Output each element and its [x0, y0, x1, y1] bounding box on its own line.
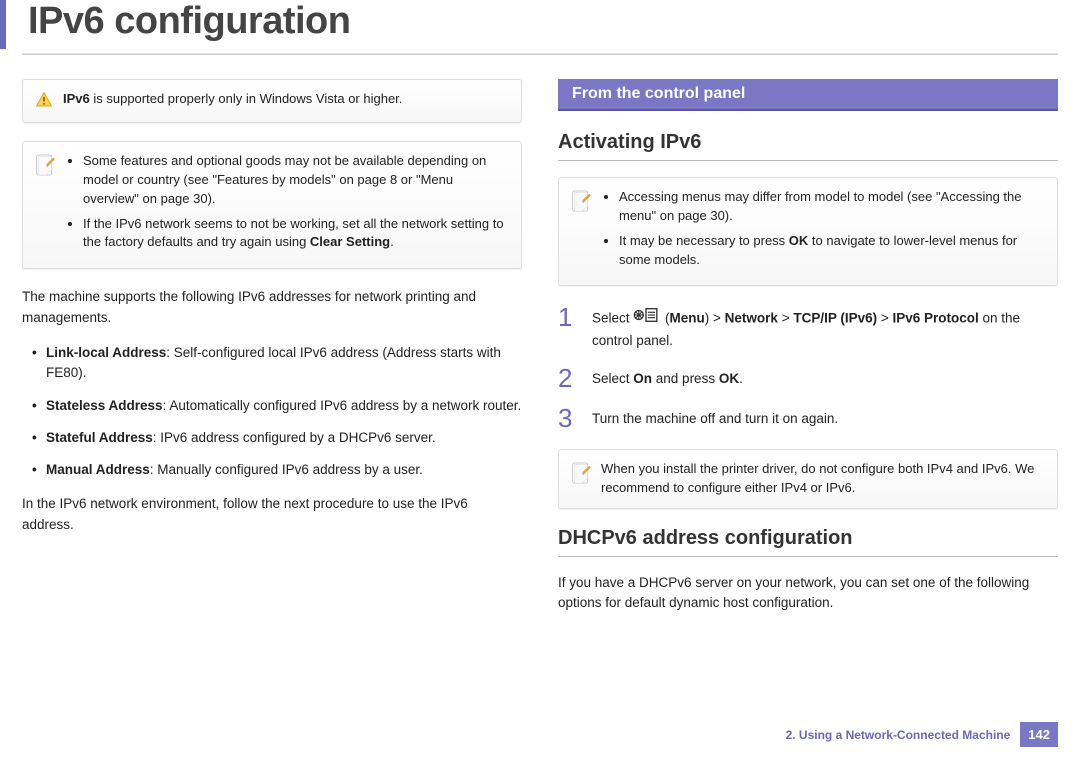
- section-bar: From the control panel: [558, 79, 1058, 111]
- note2-body: Accessing menus may differ from model to…: [601, 188, 1045, 275]
- list-item: Link-local Address: Self-configured loca…: [32, 343, 522, 384]
- note3-text: When you install the printer driver, do …: [601, 460, 1045, 498]
- right-column: From the control panel Activating IPv6 A…: [558, 79, 1058, 628]
- list-item: Some features and optional goods may not…: [83, 152, 509, 209]
- heading-dhcpv6: DHCPv6 address configuration: [558, 527, 1058, 557]
- list-item: Manual Address: Manually configured IPv6…: [32, 460, 522, 480]
- step-body: Select On and press OK.: [592, 365, 743, 389]
- menu-icon: [633, 306, 659, 330]
- warning-callout: IPv6 is supported properly only in Windo…: [22, 79, 522, 123]
- note-list: Some features and optional goods may not…: [65, 152, 509, 252]
- list-item: Stateful Address: IPv6 address configure…: [32, 428, 522, 448]
- list-item: If the IPv6 network seems to not be work…: [83, 215, 509, 253]
- steps-list: 1 Select (Menu) > Network > TCP/IP (IPv6)…: [558, 304, 1058, 431]
- note2-list: Accessing menus may differ from model to…: [601, 188, 1045, 269]
- footer-chapter: 2. Using a Network-Connected Machine: [786, 728, 1011, 742]
- list-item: Accessing menus may differ from model to…: [619, 188, 1045, 226]
- note-body: Some features and optional goods may not…: [65, 152, 509, 258]
- warning-text: IPv6 is supported properly only in Windo…: [63, 90, 509, 109]
- step-body: Turn the machine off and turn it on agai…: [592, 405, 838, 429]
- step: 1 Select (Menu) > Network > TCP/IP (IPv6)…: [558, 304, 1058, 351]
- header-divider: [22, 53, 1058, 55]
- step-number: 3: [558, 405, 578, 431]
- step-body: Select (Menu) > Network > TCP/IP (IPv6) …: [592, 304, 1058, 351]
- list-item: It may be necessary to press OK to navig…: [619, 232, 1045, 270]
- heading-activating: Activating IPv6: [558, 131, 1058, 161]
- note-callout: Some features and optional goods may not…: [22, 141, 522, 269]
- footer-page-number: 142: [1020, 722, 1058, 747]
- page-header: IPv6 configuration: [0, 0, 1080, 49]
- intro-text: The machine supports the following IPv6 …: [22, 287, 522, 329]
- note-icon: [571, 189, 591, 216]
- warning-icon: [35, 91, 53, 112]
- left-column: IPv6 is supported properly only in Windo…: [22, 79, 522, 628]
- step: 3 Turn the machine off and turn it on aga…: [558, 405, 1058, 431]
- step: 2 Select On and press OK.: [558, 365, 1058, 391]
- step-number: 1: [558, 304, 578, 330]
- note-callout-3: When you install the printer driver, do …: [558, 449, 1058, 509]
- step-number: 2: [558, 365, 578, 391]
- outro-text: In the IPv6 network environment, follow …: [22, 494, 522, 536]
- dhcpv6-para: If you have a DHCPv6 server on your netw…: [558, 573, 1058, 615]
- page-footer: 2. Using a Network-Connected Machine 142: [786, 722, 1058, 747]
- list-item: Stateless Address: Automatically configu…: [32, 396, 522, 416]
- note-icon: [35, 153, 55, 180]
- note-icon: [571, 461, 591, 488]
- address-list: Link-local Address: Self-configured loca…: [22, 343, 522, 480]
- page-title: IPv6 configuration: [28, 0, 1080, 43]
- note-callout-2: Accessing menus may differ from model to…: [558, 177, 1058, 286]
